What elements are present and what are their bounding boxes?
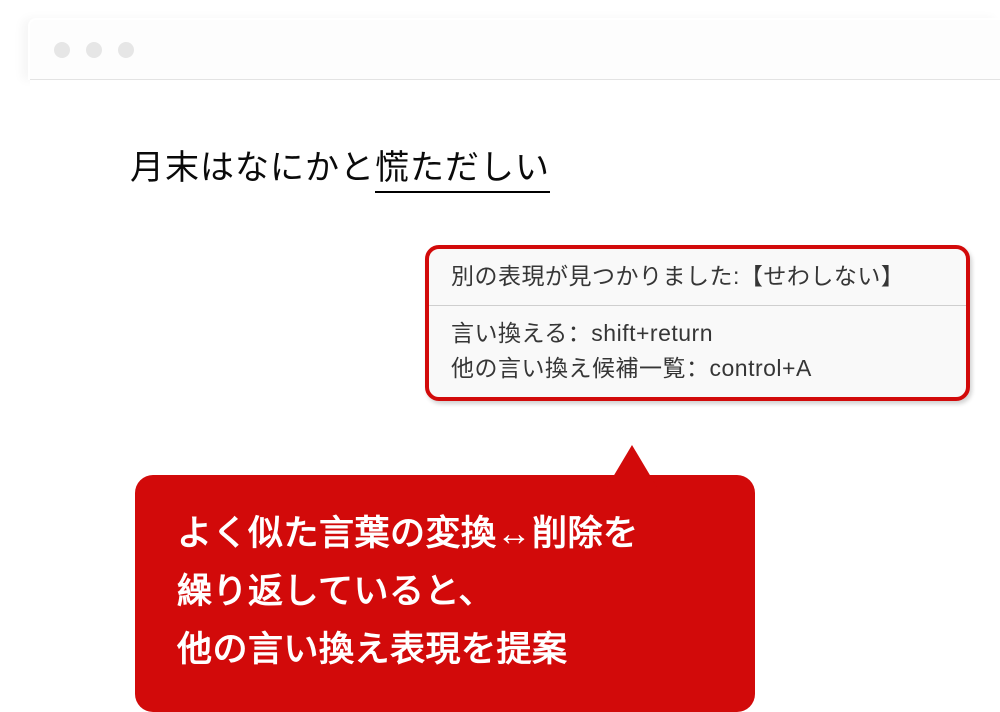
suggestion-actions-row: 言い換える：shift+return 他の言い換え候補一覧：control+A [429,305,966,397]
suggestion-found-row[interactable]: 別の表現が見つかりました:【せわしない】 [429,249,966,305]
editor-content: 月末はなにかと慌ただしい 別の表現が見つかりました:【せわしない】 言い換える：… [30,80,1000,680]
input-text-plain: 月末はなにかと [130,149,375,187]
callout-line-3: 他の言い換え表現を提案 [177,621,713,679]
callout-line-2: 繰り返していると、 [177,563,713,621]
input-text-line[interactable]: 月末はなにかと慌ただしい [130,140,550,189]
callout-body: よく似た言葉の変換↔削除を 繰り返していると、 他の言い換え表現を提案 [135,475,755,712]
close-icon[interactable] [54,42,70,58]
input-text-highlighted: 慌ただしい [375,149,550,193]
suggestion-found-label: 別の表現が見つかりました:【せわしない】 [451,263,904,289]
replace-shortcut-label: 言い換える：shift+return [451,316,944,352]
minimize-icon[interactable] [86,42,102,58]
callout-tail-icon [607,445,657,487]
window-titlebar [30,20,1000,80]
callout-line-1: よく似た言葉の変換↔削除を [177,505,713,563]
zoom-icon[interactable] [118,42,134,58]
list-shortcut-label: 他の言い換え候補一覧：control+A [451,351,944,387]
app-window: 月末はなにかと慌ただしい 別の表現が見つかりました:【せわしない】 言い換える：… [30,20,1000,680]
explainer-callout: よく似た言葉の変換↔削除を 繰り返していると、 他の言い換え表現を提案 [135,475,755,712]
suggestion-popup: 別の表現が見つかりました:【せわしない】 言い換える：shift+return … [425,245,970,401]
